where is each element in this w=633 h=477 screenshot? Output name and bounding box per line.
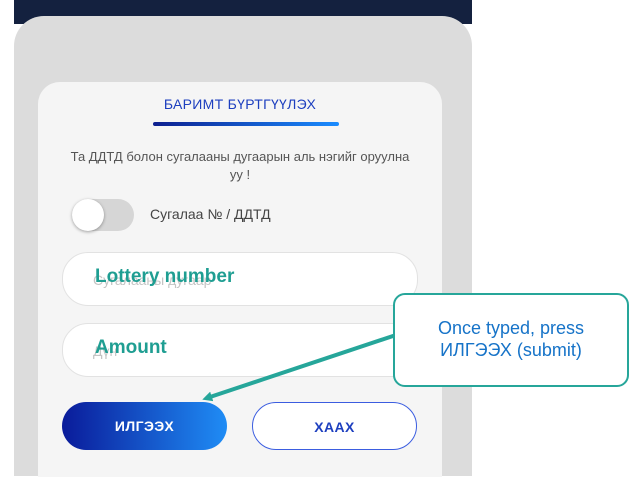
callout-line-1: Once typed, press	[437, 318, 585, 338]
callout-arrow-icon	[202, 331, 403, 402]
callout-text: Once typed, press ИЛГЭЭХ (submit)	[395, 317, 627, 361]
callout-line-2: ИЛГЭЭХ (submit)	[440, 340, 582, 360]
instruction-callout: Once typed, press ИЛГЭЭХ (submit)	[393, 293, 629, 387]
